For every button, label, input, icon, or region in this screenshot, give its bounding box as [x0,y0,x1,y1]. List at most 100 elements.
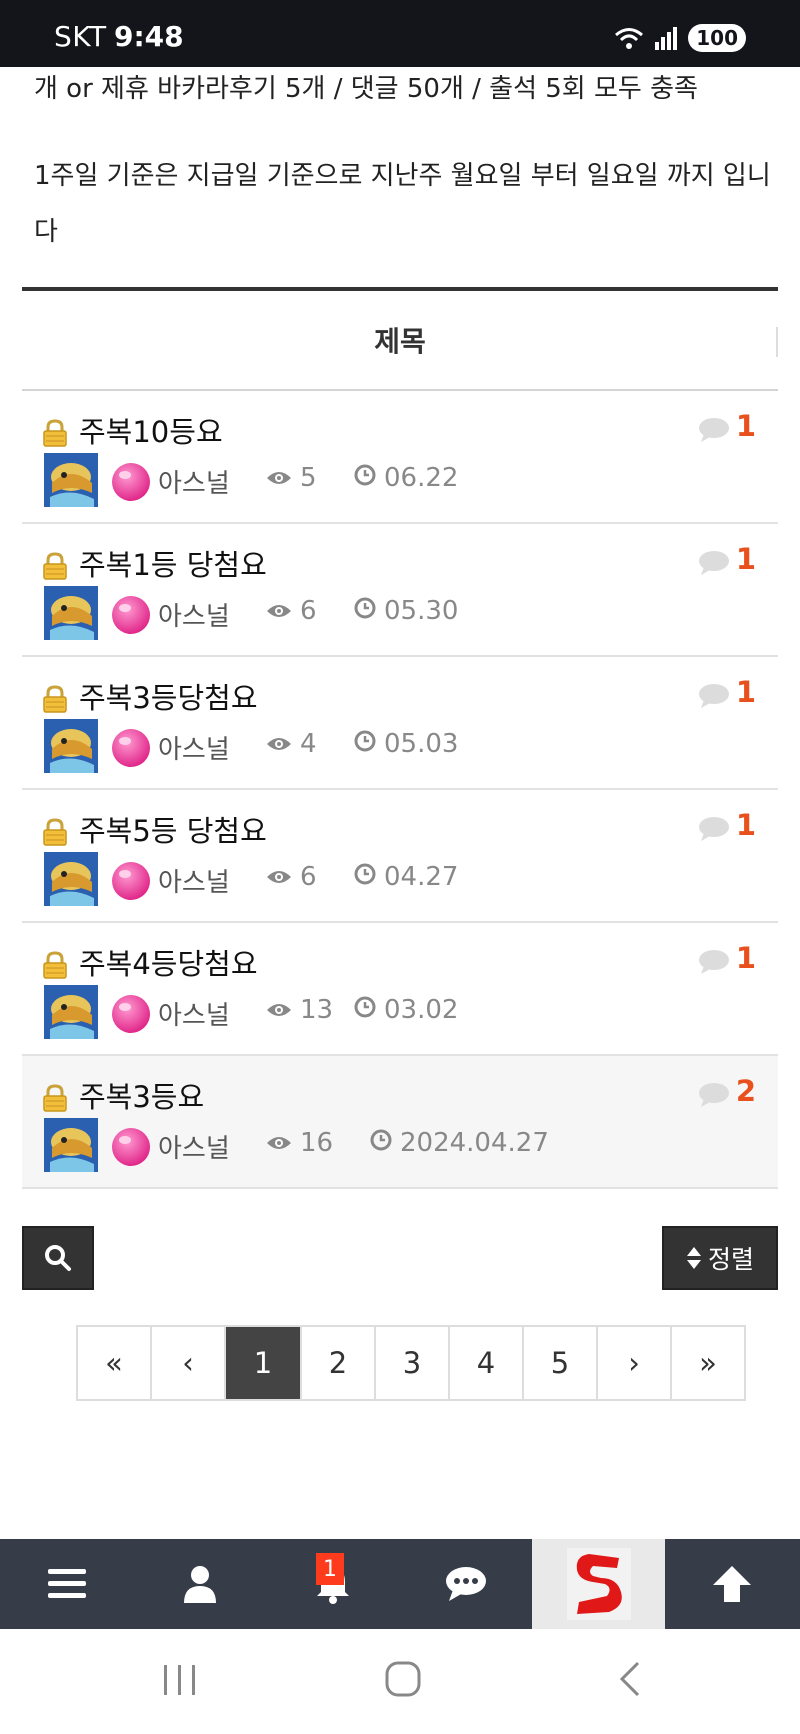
status-bar: SKT 9:48 100 [0,0,800,67]
notifications-button[interactable]: 1 [266,1539,399,1629]
page-3-button[interactable]: 3 [376,1327,450,1399]
post-date: 05.03 [354,729,458,759]
scroll-top-button[interactable] [665,1539,798,1629]
post-author[interactable]: 아스널 [158,862,230,899]
date-text: 04.27 [384,862,459,892]
eye-icon [266,995,292,1025]
comment-count: 1 [735,542,756,576]
post-views: 13 [266,995,333,1025]
site-logo [566,1548,631,1620]
post-row[interactable]: 주복1등 당첨요 1 아스널 6 05.30 [22,524,778,657]
comment-count: 1 [735,808,756,842]
avatar [44,719,98,773]
post-subject[interactable]: 주복4등당첨요 [79,941,258,983]
post-views: 6 [266,596,317,626]
comment-icon [698,949,730,975]
notice-line-1: 개 or 제휴 바카라후기 5개 / 댓글 50개 / 출석 5회 모두 충족 [34,74,698,104]
comment-count: 1 [735,675,756,709]
clock-icon [354,729,376,759]
post-date: 06.22 [354,463,458,493]
home-icon[interactable] [383,1659,423,1699]
view-count: 13 [300,995,334,1025]
notification-badge: 1 [316,1553,344,1585]
sort-label: 정렬 [707,1245,754,1274]
user-icon [183,1566,216,1603]
lock-icon [42,951,68,979]
page-5-button[interactable]: 5 [524,1327,598,1399]
post-subject[interactable]: 주복3등당첨요 [79,675,258,717]
avatar [44,1118,98,1172]
comment-icon [698,683,730,709]
clock-icon [354,995,376,1025]
search-button[interactable] [22,1226,94,1290]
eye-icon [266,596,292,626]
post-row[interactable]: 주복4등당첨요 1 아스널 13 03.02 [22,923,778,1056]
wifi-icon [615,28,644,49]
search-icon [45,1245,71,1271]
site-logo-button[interactable] [532,1539,665,1629]
sort-button[interactable]: 정렬 [662,1226,778,1290]
clock-icon [354,596,376,626]
lock-icon [42,685,68,713]
lock-icon [42,419,68,447]
avatar [44,852,98,906]
level-badge-icon [110,461,152,503]
post-row[interactable]: 주복10등요 1 아스널 5 06.22 [22,391,778,524]
date-text: 05.03 [384,729,459,759]
post-author[interactable]: 아스널 [158,729,230,766]
page-first-button[interactable]: « [78,1327,152,1399]
date-text: 2024.04.27 [400,1128,549,1158]
post-views: 4 [266,729,317,759]
post-row[interactable]: 주복5등 당첨요 1 아스널 6 04.27 [22,790,778,923]
comment-count: 1 [735,941,756,975]
post-views: 16 [266,1128,333,1158]
eye-icon [266,862,292,892]
clock-icon [354,463,376,493]
recent-apps-icon[interactable] [160,1659,200,1699]
back-icon[interactable] [610,1659,650,1699]
avatar [44,453,98,507]
date-text: 06.22 [384,463,459,493]
post-subject[interactable]: 주복10등요 [79,409,223,451]
post-author[interactable]: 아스널 [158,995,230,1032]
chat-button[interactable] [399,1539,532,1629]
post-subject[interactable]: 주복3등요 [79,1074,204,1116]
clock-icon [354,862,376,892]
view-count: 4 [300,729,317,759]
comment-icon [698,417,730,443]
post-author[interactable]: 아스널 [158,1128,230,1165]
post-subject[interactable]: 주복5등 당첨요 [79,808,267,850]
notice-line-2: 1주일 기준은 지급일 기준으로 지난주 월요일 부터 일요일 까지 입니다 [34,161,771,247]
page-prev-button[interactable]: ‹ [152,1327,226,1399]
lock-icon [42,552,68,580]
profile-button[interactable] [133,1539,266,1629]
post-date: 05.30 [354,596,458,626]
post-row[interactable]: 주복3등요 2 아스널 16 2024.04.27 [22,1056,778,1189]
date-text: 03.02 [384,995,459,1025]
page-1-button[interactable]: 1 [226,1327,302,1399]
status-icons: 100 [614,24,746,52]
comment-count: 1 [735,409,756,443]
date-text: 05.30 [384,596,459,626]
comment-count: 2 [735,1074,756,1108]
chat-bubble-icon [445,1567,486,1601]
header-separator [776,327,778,357]
menu-button[interactable] [0,1539,133,1629]
column-header-title: 제목 [374,325,426,358]
avatar [44,985,98,1039]
avatar [44,586,98,640]
page-last-button[interactable]: » [672,1327,744,1399]
eye-icon [266,463,292,493]
page-2-button[interactable]: 2 [302,1327,376,1399]
post-row[interactable]: 주복3등당첨요 1 아스널 4 05.03 [22,657,778,790]
post-subject[interactable]: 주복1등 당첨요 [79,542,267,584]
page-next-button[interactable]: › [598,1327,672,1399]
level-badge-icon [110,1126,152,1168]
clock-icon [370,1128,392,1158]
post-author[interactable]: 아스널 [158,463,230,500]
sort-icon [686,1247,701,1269]
post-author[interactable]: 아스널 [158,596,230,633]
page-4-button[interactable]: 4 [450,1327,524,1399]
comment-icon [698,1082,730,1108]
post-date: 03.02 [354,995,458,1025]
